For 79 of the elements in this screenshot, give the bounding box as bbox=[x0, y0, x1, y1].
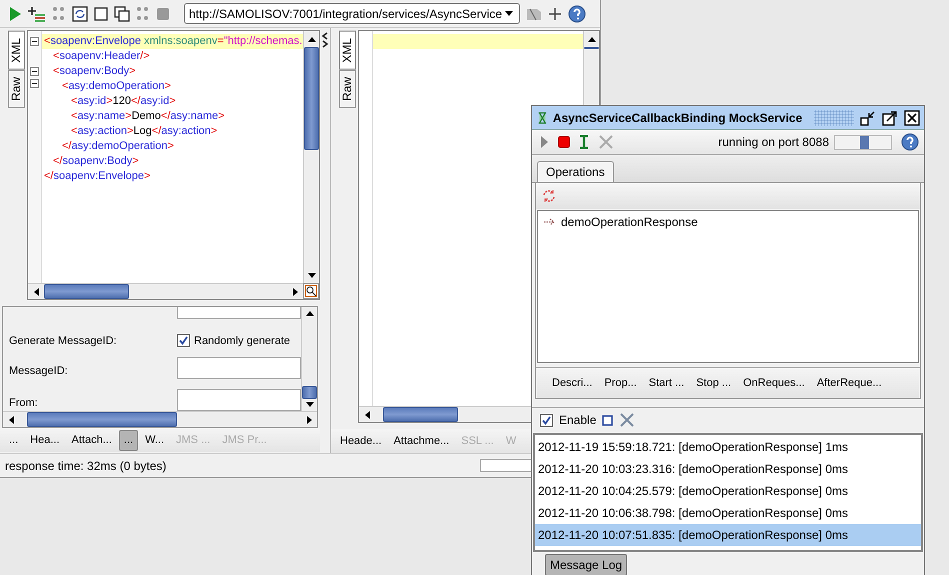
checkbox[interactable] bbox=[177, 334, 190, 347]
panel-tab[interactable]: W... bbox=[140, 430, 170, 450]
panel-tab[interactable]: Heade... bbox=[335, 430, 387, 452]
tab[interactable]: Message Log bbox=[545, 554, 628, 575]
refresh-icon[interactable] bbox=[72, 6, 88, 22]
field-label: MessageID: bbox=[9, 365, 69, 379]
panel-tab[interactable]: Prop... bbox=[599, 372, 642, 394]
fold-icon[interactable] bbox=[30, 67, 39, 76]
fold-icon[interactable] bbox=[30, 79, 39, 88]
vertical-scrollbar[interactable] bbox=[301, 307, 317, 411]
code-line: <asy:action>Log</asy:action> bbox=[70, 124, 218, 139]
panel-tab[interactable]: Descri... bbox=[547, 372, 598, 394]
input-field[interactable] bbox=[177, 357, 301, 379]
close-icon[interactable] bbox=[904, 110, 920, 126]
tab[interactable]: Operations bbox=[537, 160, 614, 182]
editor-tab[interactable]: XML bbox=[8, 31, 25, 70]
editor-tab[interactable]: Raw bbox=[8, 70, 25, 108]
ibeam-icon[interactable] bbox=[579, 135, 589, 150]
arrow-icon bbox=[544, 218, 556, 226]
status-text: running on port 8088 bbox=[718, 135, 829, 150]
code-line: </soapenv:Envelope> bbox=[43, 169, 150, 184]
list-item[interactable]: demoOperationResponse bbox=[561, 214, 698, 229]
log-entry[interactable]: 2012-11-19 15:59:18.721: [demoOperationResponse] 1ms bbox=[535, 436, 921, 458]
add-icon[interactable] bbox=[548, 6, 562, 20]
check-icon bbox=[542, 416, 551, 425]
panel-tab[interactable]: OnReques... bbox=[738, 372, 810, 394]
progress-indicator bbox=[834, 134, 892, 150]
code-line: </asy:demoOperation> bbox=[61, 139, 174, 154]
zoom-icon[interactable] bbox=[305, 285, 317, 297]
maximize-icon[interactable] bbox=[882, 110, 898, 126]
input-field[interactable] bbox=[177, 307, 301, 319]
log-entry[interactable]: 2012-11-20 10:03:23.316: [demoOperationResponse] 0ms bbox=[535, 458, 921, 480]
run-icon[interactable] bbox=[8, 6, 22, 22]
help-icon[interactable] bbox=[901, 133, 919, 152]
panel-tab[interactable]: ... bbox=[118, 430, 138, 450]
panel-tab[interactable]: Stop ... bbox=[691, 372, 736, 394]
code-line: <asy:demoOperation> bbox=[61, 79, 171, 94]
panel-tab[interactable]: Hea... bbox=[25, 430, 65, 450]
stop-icon[interactable] bbox=[558, 136, 570, 148]
panel-tab[interactable]: Attachme... bbox=[388, 430, 454, 452]
code-line: <soapenv:Header/> bbox=[52, 49, 150, 64]
input-field[interactable] bbox=[177, 389, 301, 411]
add-step-icon[interactable] bbox=[28, 6, 46, 22]
panel-tab[interactable]: Start ... bbox=[644, 372, 690, 394]
xml-editor[interactable] bbox=[27, 30, 320, 300]
copy-icon[interactable] bbox=[114, 6, 130, 22]
code-line: </soapenv:Body> bbox=[52, 154, 139, 169]
panel-tab[interactable]: AfterReque... bbox=[812, 372, 887, 394]
grip-drawing bbox=[814, 110, 854, 126]
collapse-icon[interactable] bbox=[321, 32, 329, 48]
field-label: From: bbox=[9, 397, 39, 411]
run-icon[interactable] bbox=[540, 135, 549, 150]
code-line: <asy:id>120</asy:id> bbox=[70, 94, 176, 109]
checkbox-label: Randomly generate bbox=[194, 335, 290, 347]
vertical-scrollbar[interactable] bbox=[303, 31, 319, 283]
window-title: AsyncServiceCallbackBinding MockService bbox=[552, 110, 802, 125]
checkbox-label: Enable bbox=[559, 413, 596, 428]
editor-tab[interactable]: XML bbox=[339, 31, 356, 70]
log-entry[interactable]: 2012-11-20 10:04:25.579: [demoOperationResponse] 0ms bbox=[535, 480, 921, 502]
code-line: <asy:name>Demo</asy:name> bbox=[70, 109, 225, 124]
panel-tab[interactable]: ... bbox=[4, 430, 24, 450]
code-line: <soapenv:Body> bbox=[52, 64, 136, 79]
log-entry[interactable]: 2012-11-20 10:07:51.835: [demoOperationResponse] 0ms bbox=[535, 524, 921, 546]
log-entry[interactable]: 2012-11-20 10:06:38.798: [demoOperationResponse] 0ms bbox=[535, 502, 921, 524]
horizontal-scrollbar[interactable] bbox=[3, 411, 317, 427]
hourglass-icon bbox=[538, 110, 547, 126]
square-icon[interactable] bbox=[602, 414, 614, 426]
editor-tab[interactable]: Raw bbox=[339, 70, 356, 108]
fold-icon[interactable] bbox=[30, 37, 39, 46]
endpoint-dropdown[interactable]: http://SAMOLISOV:7001/integration/services/AsyncService bbox=[184, 3, 520, 24]
minimize-icon[interactable] bbox=[860, 110, 876, 126]
horizontal-scrollbar[interactable] bbox=[28, 283, 303, 299]
status-text: response time: 32ms (0 bytes) bbox=[5, 458, 166, 472]
check-icon bbox=[179, 336, 188, 345]
square-icon[interactable] bbox=[94, 6, 108, 20]
help-icon[interactable] bbox=[568, 4, 586, 22]
checkbox[interactable] bbox=[540, 414, 553, 427]
field-label: Generate MessageID: bbox=[9, 335, 118, 349]
panel-tab[interactable]: Attach... bbox=[66, 430, 117, 450]
